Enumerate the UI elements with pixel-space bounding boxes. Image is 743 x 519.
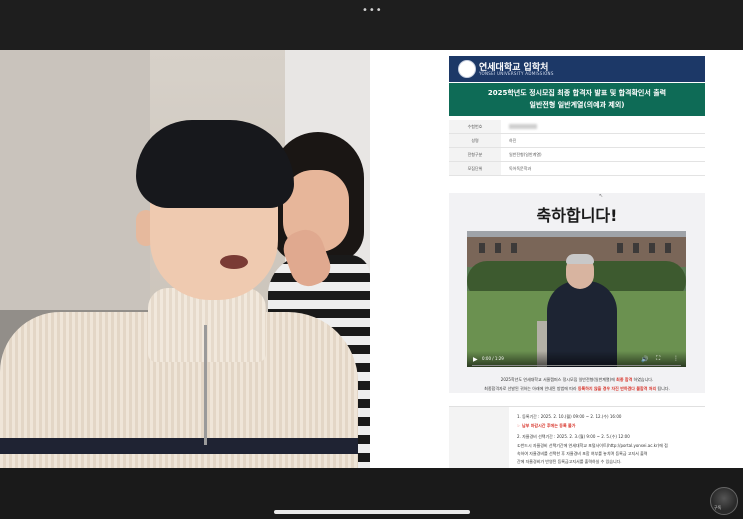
building-window [665, 243, 671, 253]
message-text: 2025학년도 연세대학교 서울캠퍼스 정시모집 일반전형(일반계열)에 [500, 377, 615, 382]
video-progress-bar[interactable] [472, 365, 681, 366]
sweater-zipper [204, 325, 207, 445]
message-text: 됩니다. [657, 386, 670, 391]
info-value: 독어독문학과 [509, 165, 532, 171]
home-indicator[interactable] [274, 510, 470, 514]
blurred-exam-number [509, 123, 537, 129]
building-window [633, 243, 639, 253]
building-window [495, 243, 501, 253]
info-value: 일반전형(일반계열) [509, 151, 542, 157]
banner-title: 2025학년도 정시모집 최종 합격자 발표 및 합격확인서 출력 [487, 89, 667, 97]
mouse-cursor-icon: ↖ [599, 193, 604, 199]
more-options-icon[interactable]: ⋮ [673, 355, 679, 362]
info-key: 전형구분 [449, 148, 501, 161]
detail-line: ①반드시 자율경비 선택기간에 연세대학교 포털사이트(http://porta… [517, 443, 668, 448]
building-window [479, 243, 485, 253]
info-value: 하진 [509, 137, 517, 143]
university-logo-icon [458, 60, 476, 78]
message-text: 하였습니다. [633, 377, 654, 382]
play-icon[interactable]: ▶ [473, 356, 478, 363]
message-highlight: 등록하지 않을 경우 자진 반하겠다 불합격 처리 [577, 386, 657, 391]
student-hair [136, 120, 294, 208]
result-message-line1: 2025학년도 연세대학교 서울캠퍼스 정시모집 일반전형(일반계열)에 최종 … [449, 377, 705, 383]
admission-result-page: 연세대학교 입학처 YONSEI UNIVERSITY ADMISSIONS 2… [370, 50, 743, 468]
info-row: 성명 하진 [449, 134, 705, 148]
info-key: 성명 [449, 134, 501, 147]
building-window [617, 243, 623, 253]
multitask-dots[interactable]: ••• [362, 5, 383, 16]
detail-line: 간에 자율경비가 반영된 등록금고지서를 출력하실 수 있습니다. [517, 459, 622, 464]
info-row: 수험번호 [449, 120, 705, 134]
info-key: 모집단위 [449, 162, 501, 175]
top-bar: ••• [0, 0, 743, 50]
message-text: 최종합격자로 선발된 귀하는 아래에 안내된 방법에 따라 [484, 386, 577, 391]
camera-video [0, 50, 370, 468]
fullscreen-icon[interactable]: ⛶ [656, 355, 660, 363]
banner-subtitle: 일반전형 일반계열(의예과 제외) [529, 101, 625, 109]
detail-line: 2. 자율경비 선택기간 : 2025. 2. 3.(월) 9:00 ~ 2. … [517, 434, 630, 439]
student-mouth [220, 255, 248, 269]
detail-line: ☞ 납부 마감시간 후에는 등록 불가 [517, 423, 576, 428]
message-highlight: 최종 합격 [616, 377, 633, 382]
video-time: 0:00 / 1:29 [482, 356, 504, 361]
congrats-heading: 축하합니다! [536, 206, 618, 225]
header-subtitle: YONSEI UNIVERSITY ADMISSIONS [479, 71, 554, 76]
volume-icon[interactable]: 🔊 [641, 356, 648, 363]
result-message-line2: 최종합격자로 선발된 귀하는 아래에 안내된 방법에 따라 등록하지 않을 경우… [449, 386, 705, 392]
sweater-stripe [0, 438, 358, 454]
detail-line: 속하여 자율경비를 선택한 후 자율경비 포함 여부를 놓치며 등록금 고지서 … [517, 451, 648, 456]
info-value [501, 123, 537, 130]
info-row: 전형구분 일반전형(일반계열) [449, 148, 705, 162]
detail-line: 1. 등록기간 : 2025. 2. 10.(월) 09:00 ~ 2. 12.… [517, 414, 622, 419]
building-window [511, 243, 517, 253]
building-window [649, 243, 655, 253]
applicant-info-table: 수험번호 성명 하진 전형구분 일반전형(일반계열) 모집단위 독어독문학과 [449, 120, 705, 176]
speaker-hair [566, 254, 594, 264]
info-key: 수험번호 [449, 120, 501, 133]
subscribe-label[interactable]: 구독 [714, 505, 721, 511]
info-row: 모집단위 독어독문학과 [449, 162, 705, 176]
details-label-cell [449, 407, 509, 468]
video-player[interactable]: ▶ 0:00 / 1:29 🔊 ⛶ ⋮ [467, 231, 686, 367]
